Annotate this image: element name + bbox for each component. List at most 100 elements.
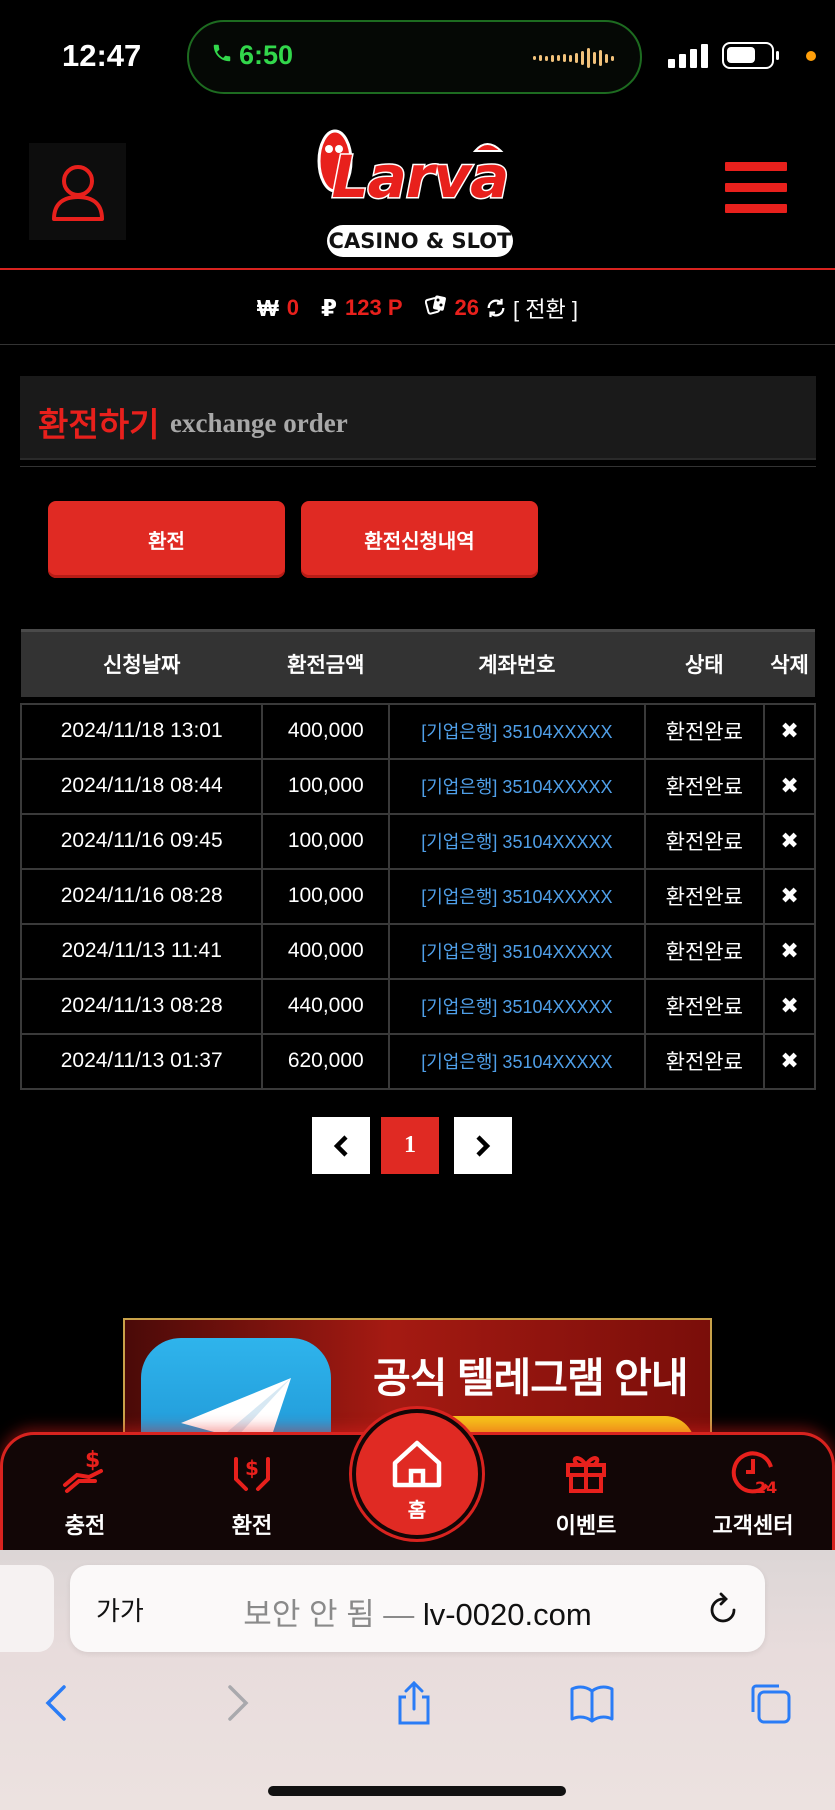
site-header: Larva CASINO & SLOT bbox=[0, 115, 835, 270]
cell-account: [기업은행] 35104XXXXX bbox=[388, 977, 646, 1035]
browser-chrome: 가가 보안 안 됨 — lv-0020.com bbox=[0, 1550, 835, 1810]
nav-withdraw[interactable]: $ 환전 bbox=[192, 1445, 312, 1540]
won-balance: ₩ 0 bbox=[257, 295, 299, 322]
cell-amount: 400,000 bbox=[261, 702, 391, 760]
menu-bar bbox=[725, 162, 787, 171]
nav-home[interactable]: 홈 bbox=[352, 1409, 482, 1539]
forward-button[interactable] bbox=[210, 1675, 266, 1731]
cell-account: [기업은행] 35104XXXXX bbox=[388, 1032, 646, 1090]
bookmarks-button[interactable] bbox=[564, 1675, 620, 1731]
tabs-button[interactable] bbox=[742, 1675, 798, 1731]
telegram-icon bbox=[141, 1338, 331, 1436]
col-header-date: 신청날짜 bbox=[21, 629, 263, 697]
adjacent-tab[interactable] bbox=[0, 1565, 54, 1652]
svg-text:$: $ bbox=[85, 1448, 100, 1473]
spacer bbox=[21, 696, 815, 704]
delete-icon[interactable]: ✖ bbox=[763, 757, 816, 815]
logo-subtitle: CASINO & SLOT bbox=[327, 225, 513, 257]
table-row: 2024/11/13 01:37 620,000 [기업은행] 35104XXX… bbox=[19, 1032, 816, 1090]
cell-amount: 440,000 bbox=[261, 977, 391, 1035]
url-display: 보안 안 됨 — lv-0020.com bbox=[70, 1589, 765, 1634]
col-header-delete: 삭제 bbox=[764, 629, 815, 697]
table-row: 2024/11/18 08:44 100,000 [기업은행] 35104XXX… bbox=[19, 757, 816, 815]
address-bar[interactable]: 가가 보안 안 됨 — lv-0020.com bbox=[70, 1565, 765, 1652]
col-header-amount: 환전금액 bbox=[262, 629, 390, 697]
delete-icon[interactable]: ✖ bbox=[763, 1032, 816, 1090]
cell-account: [기업은행] 35104XXXXX bbox=[388, 757, 646, 815]
cell-date: 2024/11/16 09:45 bbox=[19, 812, 264, 870]
cell-status: 환전완료 bbox=[643, 812, 766, 870]
reload-icon bbox=[710, 1592, 736, 1623]
cell-status: 환전완료 bbox=[643, 922, 766, 980]
balance-bar: ₩ 0 ₽ 123 P 26 [ 전환 ] bbox=[0, 272, 835, 345]
svg-text:$: $ bbox=[245, 1456, 259, 1480]
not-secure-label: 보안 안 됨 — bbox=[243, 1597, 415, 1632]
home-icon bbox=[392, 1440, 442, 1488]
delete-icon[interactable]: ✖ bbox=[763, 812, 816, 870]
point-balance: ₽ 123 P bbox=[321, 295, 403, 322]
refresh-icon bbox=[487, 298, 505, 318]
col-header-account: 계좌번호 bbox=[389, 629, 645, 697]
nav-label: 이벤트 bbox=[555, 1513, 617, 1538]
delete-icon[interactable]: ✖ bbox=[763, 702, 816, 760]
cell-status: 환전완료 bbox=[643, 977, 766, 1035]
nav-event[interactable]: 이벤트 bbox=[526, 1445, 646, 1540]
nav-support[interactable]: 24 고객센터 bbox=[693, 1445, 813, 1540]
cell-date: 2024/11/18 13:01 bbox=[19, 702, 264, 760]
won-icon: ₩ bbox=[257, 294, 279, 321]
cell-status: 환전완료 bbox=[643, 757, 766, 815]
site-logo[interactable]: Larva CASINO & SLOT bbox=[305, 121, 535, 261]
cell-status: 환전완료 bbox=[643, 867, 766, 925]
page-title: 환전하기 exchange order bbox=[20, 376, 816, 460]
switch-label: [ 전환 ] bbox=[513, 297, 578, 322]
balance-switch-button[interactable]: [ 전환 ] bbox=[485, 292, 578, 324]
cell-amount: 100,000 bbox=[261, 867, 391, 925]
table-header-row: 신청날짜 환전금액 계좌번호 상태 삭제 bbox=[21, 629, 815, 697]
menu-bar bbox=[725, 183, 787, 192]
chevron-left-icon bbox=[333, 1134, 348, 1157]
reload-button[interactable] bbox=[707, 1591, 739, 1630]
cell-status: 환전완료 bbox=[643, 1032, 766, 1090]
table-row: 2024/11/13 08:28 440,000 [기업은행] 35104XXX… bbox=[19, 977, 816, 1035]
pagination: 1 bbox=[312, 1117, 512, 1174]
chevron-left-icon bbox=[45, 1685, 66, 1721]
svg-text:24: 24 bbox=[755, 1478, 777, 1497]
status-bar: 12:47 6:50 bbox=[0, 0, 835, 115]
dice-icon bbox=[424, 294, 447, 322]
exchange-button[interactable]: 환전 bbox=[48, 501, 285, 578]
back-button[interactable] bbox=[28, 1675, 84, 1731]
cell-amount: 100,000 bbox=[261, 757, 391, 815]
deposit-icon: $ bbox=[63, 1448, 103, 1493]
share-button[interactable] bbox=[386, 1675, 442, 1731]
table-row: 2024/11/18 13:01 400,000 [기업은행] 35104XXX… bbox=[19, 702, 816, 760]
home-indicator bbox=[268, 1786, 566, 1796]
status-time: 12:47 bbox=[62, 38, 142, 73]
cell-date: 2024/11/13 11:41 bbox=[19, 922, 264, 980]
prev-page-button[interactable] bbox=[312, 1117, 370, 1174]
page-number-current[interactable]: 1 bbox=[381, 1117, 439, 1174]
chip-balance: 26 bbox=[424, 294, 480, 322]
gift-icon bbox=[566, 1456, 606, 1493]
nav-deposit[interactable]: $ 충전 bbox=[25, 1445, 145, 1540]
next-page-button[interactable] bbox=[454, 1117, 512, 1174]
call-indicator-pill[interactable]: 6:50 bbox=[187, 20, 642, 94]
cell-account: [기업은행] 35104XXXXX bbox=[388, 702, 646, 760]
delete-icon[interactable]: ✖ bbox=[763, 867, 816, 925]
exchange-history-button[interactable]: 환전신청내역 bbox=[301, 501, 538, 578]
cell-status: 환전완료 bbox=[643, 702, 766, 760]
user-account-button[interactable] bbox=[29, 143, 126, 240]
table-row: 2024/11/13 11:41 400,000 [기업은행] 35104XXX… bbox=[19, 922, 816, 980]
share-icon bbox=[398, 1680, 430, 1725]
nav-label: 고객센터 bbox=[712, 1513, 794, 1538]
hamburger-menu-button[interactable] bbox=[725, 162, 787, 220]
chip-balance-value: 26 bbox=[454, 295, 480, 320]
logo-text: Larva bbox=[330, 142, 511, 213]
table-row: 2024/11/16 09:45 100,000 [기업은행] 35104XXX… bbox=[19, 812, 816, 870]
delete-icon[interactable]: ✖ bbox=[763, 977, 816, 1035]
table-row: 2024/11/16 08:28 100,000 [기업은행] 35104XXX… bbox=[19, 867, 816, 925]
point-balance-value: 123 P bbox=[345, 295, 403, 320]
delete-icon[interactable]: ✖ bbox=[763, 922, 816, 980]
book-icon bbox=[570, 1685, 614, 1723]
cell-amount: 400,000 bbox=[261, 922, 391, 980]
exchange-history-table: 신청날짜 환전금액 계좌번호 상태 삭제 2024/11/18 13:01 40… bbox=[19, 629, 816, 1090]
